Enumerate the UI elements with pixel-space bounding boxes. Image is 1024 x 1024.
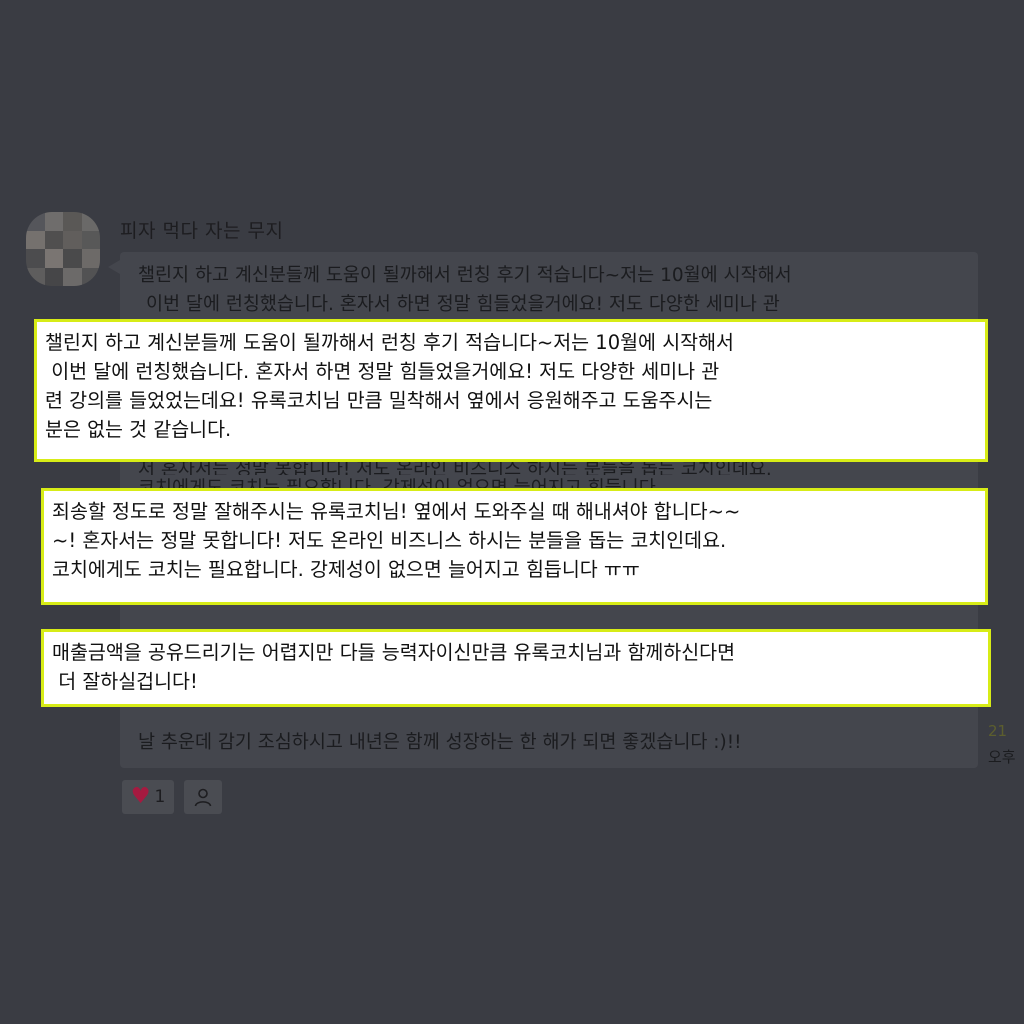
highlight-text: 챌린지 하고 계신분들께 도움이 될까해서 런칭 후기 적습니다~저는 10월에… — [45, 331, 734, 441]
highlight-text: 매출금액을 공유드리기는 어렵지만 다들 능력자이신만큼 유록코치님과 함께하신… — [52, 641, 736, 693]
highlight-box: 매출금액을 공유드리기는 어렵지만 다들 능력자이신만큼 유록코치님과 함께하신… — [41, 629, 991, 707]
highlight-box: 챌린지 하고 계신분들께 도움이 될까해서 런칭 후기 적습니다~저는 10월에… — [34, 319, 988, 462]
message-line: 이번 달에 런칭했습니다. 혼자서 하면 정말 힘들었을거에요! 저도 다양한 … — [146, 294, 780, 315]
timestamp-day: 21 — [988, 722, 1008, 740]
person-icon — [193, 787, 213, 807]
avatar[interactable] — [26, 212, 100, 286]
timestamp-ampm: 오후 — [988, 748, 1016, 766]
message-line: 챌린지 하고 계신분들께 도움이 될까해서 런칭 후기 적습니다~저는 10월에… — [138, 265, 792, 286]
highlight-box: 죄송할 정도로 정말 잘해주시는 유록코치님! 옆에서 도와주실 때 해내셔야 … — [41, 488, 988, 605]
bubble-tail — [108, 260, 120, 274]
heart-icon: ♥ — [130, 784, 151, 809]
like-count: 1 — [154, 787, 166, 807]
highlight-text: 죄송할 정도로 정말 잘해주시는 유록코치님! 옆에서 도와주실 때 해내셔야 … — [52, 500, 741, 581]
like-button[interactable]: ♥ 1 — [122, 780, 174, 814]
sender-name[interactable]: 피자 먹다 자는 무지 — [120, 216, 283, 243]
members-button[interactable] — [184, 780, 222, 814]
message-closing-line: 날 추운데 감기 조심하시고 내년은 함께 성장하는 한 해가 되면 좋겠습니다… — [138, 732, 742, 753]
